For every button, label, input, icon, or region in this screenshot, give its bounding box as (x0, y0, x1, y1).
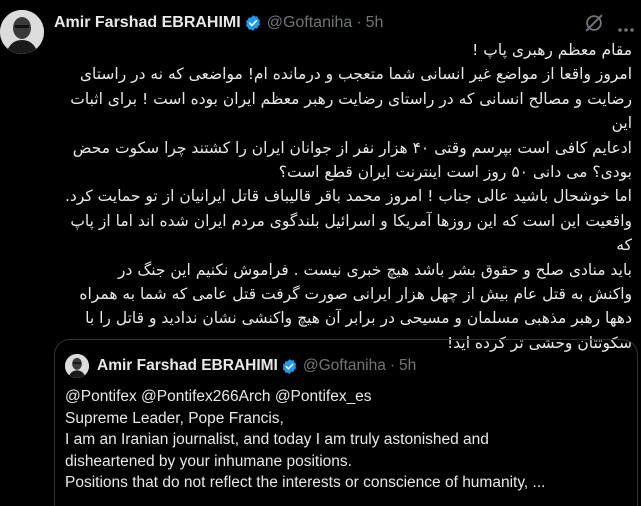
author-name[interactable]: Amir Farshad EBRAHIMI (54, 14, 241, 32)
separator-dot: · (389, 357, 395, 374)
avatar[interactable] (0, 10, 44, 54)
body-line: دهها رهبر مذهبی مسلمان و مسیحی در برابر … (85, 309, 632, 328)
quoted-tweet[interactable]: Amir Farshad EBRAHIMI @Goftaniha · 5h @P… (54, 339, 638, 506)
body-line: واکنش به قتل عام بیش از چهل هزار ایرانی … (79, 285, 632, 304)
author-handle[interactable]: @Goftaniha (267, 14, 353, 32)
body-line: بودی؟ می دانی ۵۰ روز است اینترنت ایران ق… (278, 163, 632, 182)
quoted-body: @Pontifex @Pontifex266Arch @Pontifex_es … (65, 386, 631, 494)
body-line: امروز واقعا از مواضع غیر انسانی شما متعج… (79, 65, 632, 84)
body-line: واقعیت این است که این روزها آمریکا و اسر… (70, 211, 632, 255)
verified-badge-icon (244, 14, 262, 32)
body-line: مقام معظم رهبری پاپ ! (472, 41, 632, 59)
quoted-body-line: Supreme Leader, Pope Francis, (65, 409, 284, 427)
quoted-avatar[interactable] (65, 354, 89, 378)
quoted-timestamp[interactable]: 5h (399, 357, 416, 375)
quoted-author-name[interactable]: Amir Farshad EBRAHIMI (97, 357, 278, 375)
body-line: ادعایم کافی است بپرسم وقتی ۴۰ هزار نفر ا… (72, 138, 632, 157)
tweet-header: Amir Farshad EBRAHIMI @Goftaniha · 5h (54, 12, 383, 34)
grok-icon[interactable] (583, 12, 605, 34)
quoted-body-line: disheartened by your inhumane positions. (65, 452, 352, 470)
body-line: باید منادی صلح و حقوق بشر باشد هیچ خبری … (118, 260, 632, 279)
body-line: رضایت و مصالح انسانی که در راستای رضایت … (70, 89, 632, 133)
body-line: اما خوشحال باشید عالی جناب ! امروز محمد … (64, 187, 632, 206)
quoted-header: Amir Farshad EBRAHIMI @Goftaniha · 5h (97, 356, 416, 376)
quoted-body-line: I am an Iranian journalist, and today I … (65, 431, 489, 449)
quoted-body-line: Positions that do not reflect the intere… (65, 474, 546, 492)
tweet-body: مقام معظم رهبری پاپ ! امروز واقعا از موا… (54, 38, 632, 355)
quoted-author-handle[interactable]: @Goftaniha (303, 357, 386, 375)
quoted-mentions[interactable]: @Pontifex @Pontifex266Arch @Pontifex_es (65, 386, 631, 408)
timestamp[interactable]: 5h (366, 14, 384, 32)
verified-badge-icon (281, 358, 298, 375)
tweet[interactable]: Amir Farshad EBRAHIMI @Goftaniha · 5h مق… (0, 0, 641, 506)
more-icon[interactable] (617, 20, 635, 32)
separator-dot: · (356, 14, 362, 31)
